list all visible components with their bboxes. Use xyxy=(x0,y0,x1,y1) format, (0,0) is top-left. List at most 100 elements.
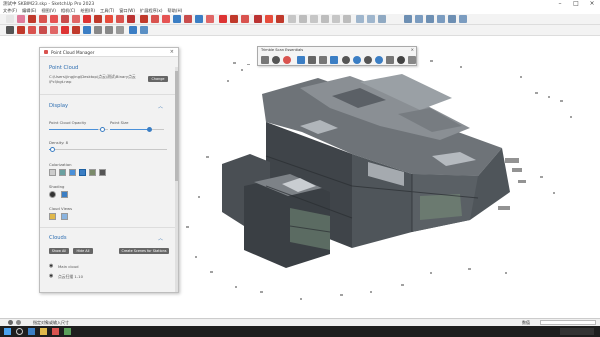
list-item[interactable]: ◉ 点云扫描 1-10 xyxy=(49,272,169,282)
scan-remove-icon[interactable] xyxy=(283,56,291,64)
offset-icon[interactable] xyxy=(116,15,124,23)
color-option-classification[interactable] xyxy=(89,169,96,176)
taskbar-app-icon[interactable] xyxy=(28,328,35,335)
scan-line-icon[interactable] xyxy=(408,56,416,64)
taskbar-app-icon[interactable] xyxy=(64,328,71,335)
iso-view-icon[interactable] xyxy=(288,15,296,23)
extension-warehouse-icon[interactable] xyxy=(265,15,273,23)
style-c-icon[interactable] xyxy=(426,15,434,23)
front-view-icon[interactable] xyxy=(310,15,318,23)
layout-icon[interactable] xyxy=(276,15,284,23)
color-option-gray[interactable] xyxy=(49,169,56,176)
paint-bucket-icon[interactable] xyxy=(219,15,227,23)
zoom-icon[interactable] xyxy=(162,15,170,23)
rotate-icon[interactable] xyxy=(94,15,102,23)
walk-icon[interactable] xyxy=(195,15,203,23)
show-all-button[interactable]: Show All xyxy=(49,248,69,254)
minimize-icon[interactable]: – xyxy=(552,0,568,8)
top-view-icon[interactable] xyxy=(299,15,307,23)
color-option-rgb[interactable] xyxy=(59,169,66,176)
dimension-icon[interactable] xyxy=(94,26,102,34)
shaded-icon[interactable] xyxy=(378,15,386,23)
xray-icon[interactable] xyxy=(356,15,364,23)
shading-off-icon[interactable] xyxy=(49,191,56,198)
scan-cloud-b-icon[interactable] xyxy=(308,56,316,64)
close-icon[interactable]: × xyxy=(411,47,414,52)
axes-icon[interactable] xyxy=(83,26,91,34)
scan-view-icon[interactable] xyxy=(364,56,372,64)
system-tray[interactable] xyxy=(560,328,594,335)
freehand-icon[interactable] xyxy=(17,26,25,34)
scan-open-icon[interactable] xyxy=(261,56,269,64)
shading-on-icon[interactable] xyxy=(61,191,68,198)
eye-icon[interactable]: ◉ xyxy=(49,273,53,279)
measurements-box[interactable] xyxy=(540,320,596,325)
color-option-dark[interactable] xyxy=(99,169,106,176)
list-item[interactable]: ◉ Main cloud xyxy=(49,262,169,272)
previous-view-icon[interactable] xyxy=(184,15,192,23)
scan-point-icon[interactable] xyxy=(397,56,405,64)
close-icon[interactable]: × xyxy=(170,49,174,55)
search-icon[interactable] xyxy=(16,328,23,335)
intersect-icon[interactable] xyxy=(61,26,69,34)
style-a-icon[interactable] xyxy=(404,15,412,23)
pie-icon[interactable] xyxy=(39,26,47,34)
pencil-icon[interactable] xyxy=(6,26,14,34)
look-around-icon[interactable] xyxy=(129,26,137,34)
zoom-extents-icon[interactable] xyxy=(173,15,181,23)
wireframe-icon[interactable] xyxy=(367,15,375,23)
line-icon[interactable] xyxy=(28,15,36,23)
density-slider[interactable] xyxy=(50,147,55,152)
left-view-icon[interactable] xyxy=(343,15,351,23)
polygon-icon[interactable] xyxy=(28,26,36,34)
rectangle-icon[interactable] xyxy=(50,15,58,23)
component-icon[interactable] xyxy=(230,15,238,23)
scrollbar-thumb[interactable] xyxy=(175,71,178,181)
hide-all-button[interactable]: Hide All xyxy=(73,248,93,254)
change-button[interactable]: Change xyxy=(148,76,168,82)
arc-icon[interactable] xyxy=(39,15,47,23)
windows-start-icon[interactable] xyxy=(4,328,11,335)
tape-icon[interactable] xyxy=(127,15,135,23)
panel-scrollbar[interactable] xyxy=(175,67,178,292)
chevron-up-icon[interactable]: ︿ xyxy=(158,235,163,242)
scan-panel-title[interactable]: Trimble Scan Essentials xyxy=(258,47,416,53)
cloud-view-b-icon[interactable] xyxy=(61,213,68,220)
3d-text-icon[interactable] xyxy=(116,26,124,34)
scan-station-icon[interactable] xyxy=(375,56,383,64)
point-size-slider[interactable] xyxy=(147,127,152,132)
close-icon[interactable]: × xyxy=(584,0,600,8)
followme-icon[interactable] xyxy=(50,26,58,34)
protractor-icon[interactable] xyxy=(72,26,80,34)
text-icon[interactable] xyxy=(105,26,113,34)
scan-target-icon[interactable] xyxy=(342,56,350,64)
scan-sphere-icon[interactable] xyxy=(353,56,361,64)
eye-icon[interactable]: ◉ xyxy=(49,263,53,269)
cloud-view-a-icon[interactable] xyxy=(49,213,56,220)
select-icon[interactable] xyxy=(6,15,14,23)
chevron-up-icon[interactable]: ︿ xyxy=(158,103,163,110)
opacity-slider[interactable] xyxy=(100,127,105,132)
style-e-icon[interactable] xyxy=(448,15,456,23)
group-icon[interactable] xyxy=(241,15,249,23)
scale-icon[interactable] xyxy=(105,15,113,23)
scan-cloud-d-icon[interactable] xyxy=(330,56,338,64)
scan-settings-icon[interactable] xyxy=(272,56,280,64)
scan-cloud-c-icon[interactable] xyxy=(319,56,327,64)
scan-cloud-a-icon[interactable] xyxy=(297,56,305,64)
geo-icon[interactable] xyxy=(16,320,21,325)
taskbar-app-icon[interactable] xyxy=(52,328,59,335)
circle-icon[interactable] xyxy=(61,15,69,23)
section-plane-icon[interactable] xyxy=(206,15,214,23)
eraser-icon[interactable] xyxy=(17,15,25,23)
pushpull-icon[interactable] xyxy=(72,15,80,23)
style-b-icon[interactable] xyxy=(415,15,423,23)
maximize-icon[interactable]: □ xyxy=(568,0,584,8)
pan-icon[interactable] xyxy=(151,15,159,23)
color-option-elevation[interactable] xyxy=(79,169,86,176)
orbit-icon[interactable] xyxy=(140,15,148,23)
scan-plane-icon[interactable] xyxy=(386,56,394,64)
position-camera-icon[interactable] xyxy=(140,26,148,34)
panel-title-bar[interactable]: Point Cloud Manager × xyxy=(40,48,178,57)
back-view-icon[interactable] xyxy=(332,15,340,23)
